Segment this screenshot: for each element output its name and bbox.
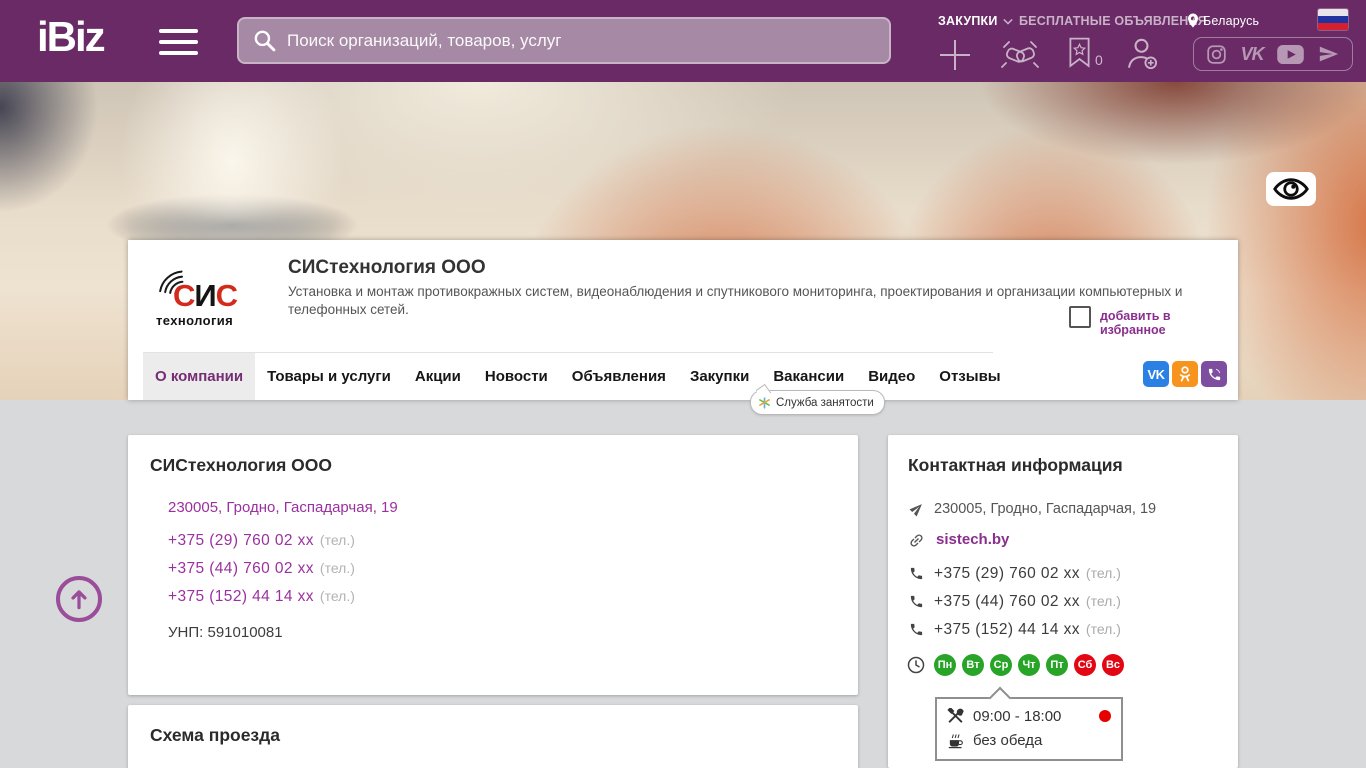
company-website-link[interactable]: sistech.by <box>936 531 1009 548</box>
vacancy-tooltip: Служба занятости <box>750 390 885 415</box>
logo-text-sis: СИС <box>173 278 238 313</box>
viber-social-button[interactable] <box>1201 361 1227 387</box>
chevron-down-icon <box>1002 18 1013 25</box>
phone-icon <box>910 567 923 580</box>
employment-service-icon <box>759 396 770 409</box>
search-input[interactable] <box>277 30 889 51</box>
logo-text-tech: технология <box>156 313 234 328</box>
contact-address: 230005, Гродно, Гаспадарчая, 19 <box>934 501 1157 517</box>
odnoklassniki-social-button[interactable] <box>1172 361 1198 387</box>
contact-phone-row: +375 (29) 760 02 xx (тел.) <box>934 565 1121 582</box>
phone-link[interactable]: +375 (152) 44 14 xx <box>168 588 314 605</box>
user-register-icon[interactable] <box>1124 36 1159 71</box>
menu-icon[interactable] <box>159 29 198 55</box>
location-pin-icon <box>1188 13 1198 28</box>
about-title: СИСтехнология ООО <box>150 455 333 475</box>
map-card: Схема проезда <box>128 705 858 768</box>
tab-новости[interactable]: Новости <box>473 353 560 400</box>
accessibility-eye-button[interactable] <box>1266 172 1316 206</box>
company-name: СИСтехнология ООО <box>288 257 486 278</box>
search-icon <box>254 30 276 52</box>
company-logo: СИС технология <box>145 247 250 352</box>
contact-phone-row: +375 (44) 760 02 xx (тел.) <box>934 593 1121 610</box>
company-social-buttons: VK <box>1143 361 1227 387</box>
company-address-link[interactable]: 230005, Гродно, Гаспадарчая, 19 <box>168 499 398 516</box>
map-title: Схема проезда <box>150 725 280 745</box>
contact-phone-row: +375 (152) 44 14 xx (тел.) <box>934 621 1121 638</box>
arrow-up-icon <box>71 590 87 610</box>
ok-person-icon <box>1179 366 1191 382</box>
company-header-card: СИС технология СИСтехнология ООО Установ… <box>128 240 1238 415</box>
nav-zakupki[interactable]: ЗАКУПКИ <box>938 14 1013 28</box>
link-icon <box>910 534 923 547</box>
about-company-card: СИСтехнология ООО 230005, Гродно, Гаспад… <box>128 435 858 695</box>
day-badge[interactable]: Вт <box>962 654 984 676</box>
phone-row: +375 (44) 760 02 xx (тел.) <box>168 560 355 577</box>
day-badge[interactable]: Пт <box>1046 654 1068 676</box>
search-bar[interactable] <box>237 17 891 64</box>
tab-отзывы[interactable]: Отзывы <box>927 353 1012 400</box>
day-badge[interactable]: Ср <box>990 654 1012 676</box>
tab-акции[interactable]: Акции <box>403 353 473 400</box>
handshake-icon[interactable] <box>998 39 1042 71</box>
instagram-icon[interactable] <box>1206 44 1227 65</box>
clock-icon <box>907 656 925 674</box>
favorites-count: 0 <box>1095 52 1103 68</box>
add-plus-icon[interactable] <box>937 37 973 73</box>
lunch-cup-icon <box>948 733 963 748</box>
tab-закупки[interactable]: Закупки <box>678 353 761 400</box>
region-selector[interactable]: Беларусь <box>1187 13 1259 28</box>
scroll-to-top-button[interactable] <box>56 576 102 622</box>
eye-icon <box>1273 178 1309 200</box>
tab-объявления[interactable]: Объявления <box>560 353 678 400</box>
phone-link[interactable]: +375 (29) 760 02 xx <box>168 532 314 549</box>
youtube-icon[interactable] <box>1277 44 1305 64</box>
site-header: iBiz ЗАКУПКИ БЕСПЛАТНЫЕ ОБЪЯВЛЕНИЯ Белар… <box>0 0 1366 82</box>
work-hours: 09:00 - 18:00 <box>973 707 1062 725</box>
day-badge[interactable]: Сб <box>1074 654 1096 676</box>
work-tools-icon <box>947 707 964 723</box>
phone-link[interactable]: +375 (44) 760 02 xx <box>168 560 314 577</box>
day-badge[interactable]: Пн <box>934 654 956 676</box>
company-unp: УНП: 591010081 <box>168 624 283 641</box>
contact-title: Контактная информация <box>908 455 1123 475</box>
phone-icon <box>910 595 923 608</box>
telegram-icon[interactable] <box>1318 43 1340 65</box>
navigation-arrow-icon <box>909 504 922 517</box>
header-social-links: VK <box>1193 37 1353 71</box>
page: iBiz ЗАКУПКИ БЕСПЛАТНЫЕ ОБЪЯВЛЕНИЯ Белар… <box>0 0 1366 768</box>
contact-info-card: Контактная информация 230005, Гродно, Га… <box>888 435 1238 768</box>
site-logo[interactable]: iBiz <box>37 13 106 61</box>
lunch-note: без обеда <box>973 731 1043 749</box>
language-flag-ru[interactable] <box>1318 9 1348 30</box>
favorite-checkbox[interactable] <box>1069 306 1091 328</box>
work-days-row: Пн Вт Ср Чт Пт Сб Вс <box>934 654 1124 676</box>
schedule-tooltip: 09:00 - 18:00 без обеда <box>935 697 1123 761</box>
favorites-bookmark-icon[interactable] <box>1068 37 1091 68</box>
day-badge[interactable]: Чт <box>1018 654 1040 676</box>
vk-social-button[interactable]: VK <box>1143 361 1169 387</box>
phone-icon <box>910 623 923 636</box>
day-badge[interactable]: Вс <box>1102 654 1124 676</box>
status-dot <box>1099 710 1111 722</box>
vk-icon[interactable]: VK <box>1241 44 1265 65</box>
nav-free-ads[interactable]: БЕСПЛАТНЫЕ ОБЪЯВЛЕНИЯ <box>1019 14 1207 28</box>
tab-о-компании[interactable]: О компании <box>143 353 256 400</box>
tab-товары-и-услуги[interactable]: Товары и услуги <box>255 353 403 400</box>
phone-row: +375 (29) 760 02 xx (тел.) <box>168 532 355 549</box>
favorite-label[interactable]: добавить в избранное <box>1100 309 1238 337</box>
phone-row: +375 (152) 44 14 xx (тел.) <box>168 588 355 605</box>
viber-phone-icon <box>1208 368 1220 380</box>
